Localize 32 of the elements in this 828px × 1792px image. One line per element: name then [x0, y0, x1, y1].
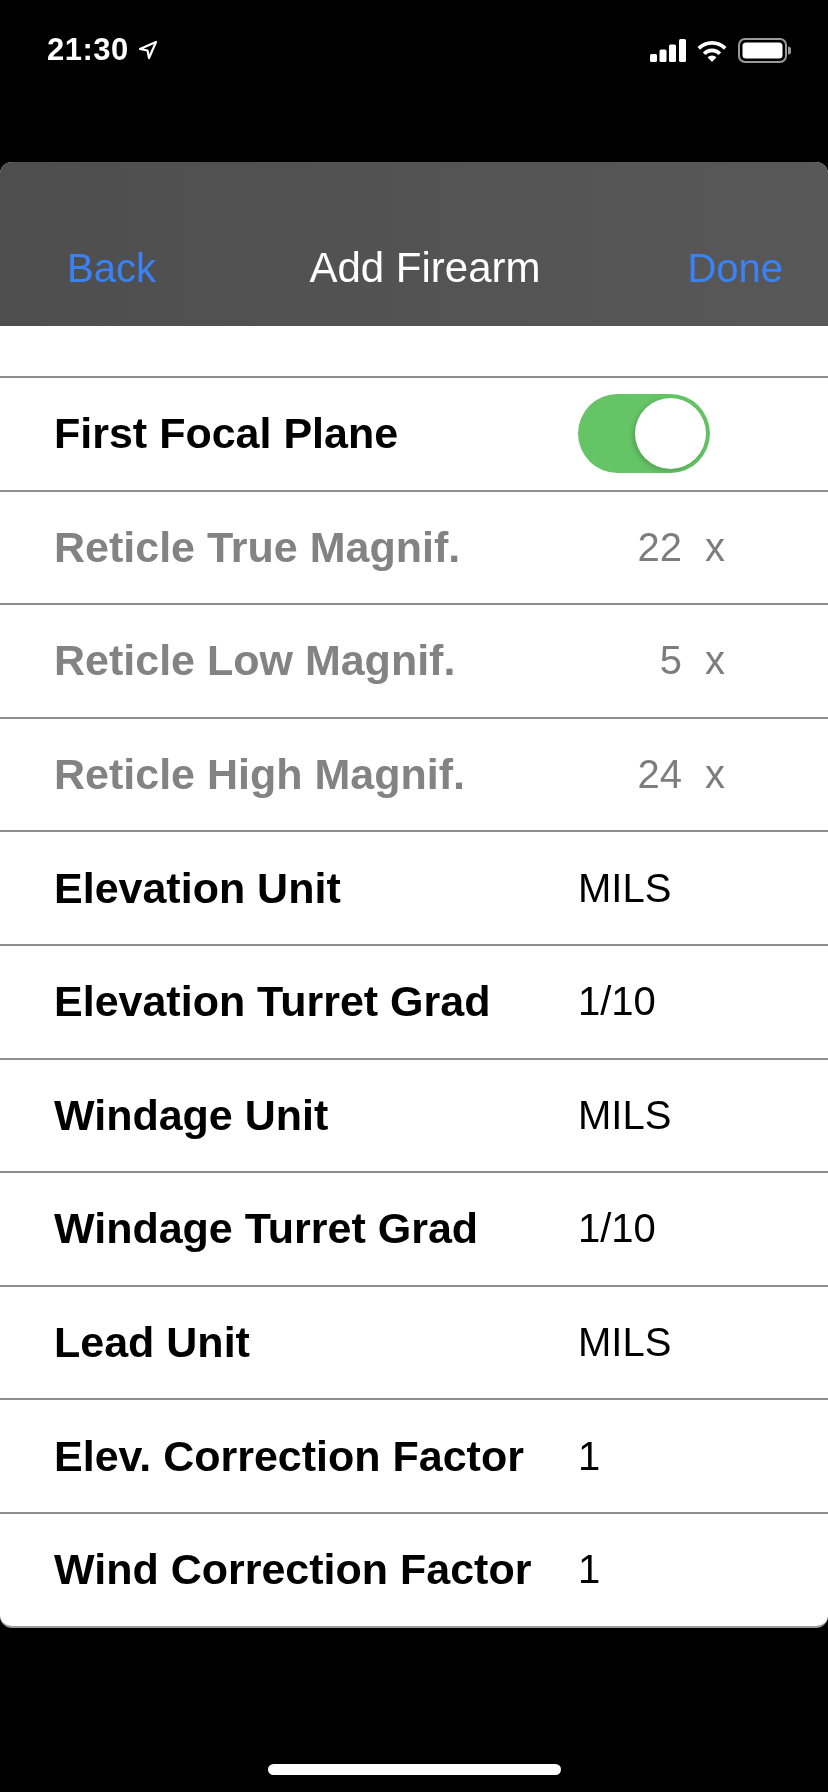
setting-label: Lead Unit [54, 1318, 251, 1368]
setting-value: MILS [578, 1092, 672, 1138]
signal-icon [650, 38, 686, 62]
setting-label: Windage Turret Grad [54, 1204, 480, 1254]
setting-value: 1 [578, 1433, 601, 1479]
setting-label: Windage Unit [54, 1090, 330, 1140]
setting-value: 5 [658, 638, 682, 684]
location-arrow-icon [137, 40, 158, 60]
setting-value: MILS [578, 1320, 672, 1366]
unit-label: x [705, 638, 725, 684]
setting-value: 1/10 [578, 979, 656, 1025]
setting-label: First Focal Plane [54, 409, 400, 459]
setting-label: Elevation Unit [54, 863, 342, 913]
setting-label: Wind Correction Factor [54, 1545, 533, 1595]
wifi-icon [696, 38, 728, 62]
unit-label: x [705, 752, 725, 798]
battery-icon [738, 37, 791, 63]
setting-value: 1/10 [578, 1206, 656, 1252]
setting-label: Reticle True Magnif. [54, 522, 462, 572]
screen-title: Add Firearm [309, 244, 541, 292]
setting-value: 1 [578, 1547, 601, 1593]
setting-value: MILS [578, 865, 672, 911]
status-time: 21:30 [47, 32, 129, 68]
unit-label: x [705, 524, 725, 570]
setting-value: 22 [636, 524, 682, 570]
back-button[interactable]: Back [67, 244, 156, 292]
setting-label: Elev. Correction Factor [54, 1431, 525, 1481]
setting-label: Elevation Turret Grad [54, 977, 492, 1027]
setting-label: Reticle High Magnif. [54, 750, 466, 800]
done-button[interactable]: Done [687, 244, 783, 292]
setting-value: 24 [636, 752, 682, 798]
setting-label: Reticle Low Magnif. [54, 636, 457, 686]
